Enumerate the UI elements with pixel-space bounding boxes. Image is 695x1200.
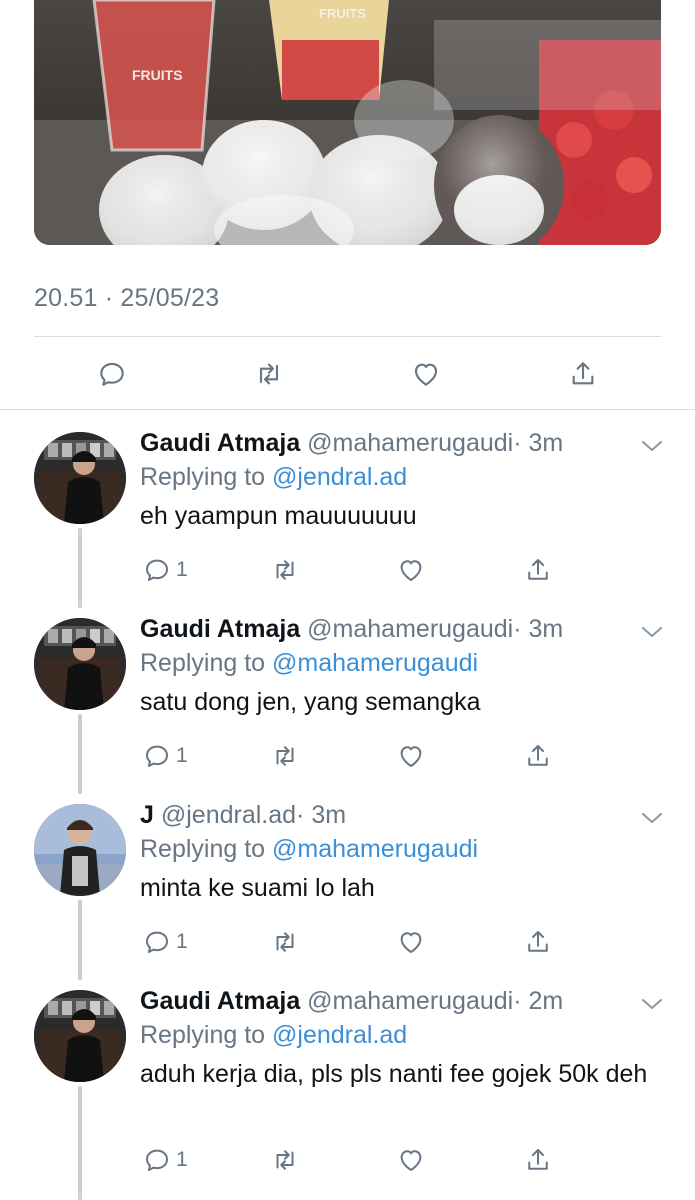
- replying-to: Replying to @jendral.ad: [140, 462, 407, 492]
- share-button[interactable]: [565, 356, 601, 392]
- mention-link[interactable]: @mahamerugaudi: [272, 649, 478, 677]
- avatar[interactable]: [34, 432, 126, 524]
- user-handle[interactable]: @jendral.ad: [161, 801, 296, 829]
- replying-to: Replying to @mahamerugaudi: [140, 648, 478, 678]
- share-button[interactable]: [523, 738, 553, 774]
- display-name[interactable]: Gaudi Atmaja: [140, 615, 300, 643]
- share-button[interactable]: [523, 924, 553, 960]
- chevron-down-icon[interactable]: [639, 994, 665, 1014]
- reply-tweet[interactable]: Gaudi Atmaja @mahamerugaudi· 3m Replying…: [0, 614, 695, 784]
- replying-to: Replying to @mahamerugaudi: [140, 834, 478, 864]
- reply-button[interactable]: [94, 356, 130, 392]
- reply-time: · 2m: [513, 987, 564, 1015]
- like-button[interactable]: [408, 356, 444, 392]
- like-button[interactable]: [396, 1142, 426, 1178]
- avatar[interactable]: [34, 618, 126, 710]
- heart-icon: [400, 746, 422, 767]
- reply-icon: [146, 559, 168, 581]
- share-icon: [528, 931, 548, 952]
- reply-tweet[interactable]: Gaudi Atmaja @mahamerugaudi· 3m Replying…: [0, 428, 695, 598]
- mention-link[interactable]: @mahamerugaudi: [272, 835, 478, 863]
- share-icon: [528, 745, 548, 766]
- replying-prefix: Replying to: [140, 1021, 273, 1049]
- replying-prefix: Replying to: [140, 649, 273, 677]
- photo-label: FRUITS: [132, 67, 183, 83]
- reply-icon: [146, 1149, 168, 1171]
- reply-time: · 3m: [513, 429, 564, 457]
- tweet-photo[interactable]: FRUITS FRUITS: [34, 0, 661, 245]
- reply-text: aduh kerja dia, pls pls nanti fee gojek …: [140, 1060, 648, 1088]
- user-handle[interactable]: @mahamerugaudi: [307, 429, 513, 457]
- retweet-button[interactable]: [270, 738, 300, 774]
- reply-tweet[interactable]: Gaudi Atmaja @mahamerugaudi· 2m Replying…: [0, 986, 695, 1200]
- share-button[interactable]: [523, 1142, 553, 1178]
- reply-icon: [146, 745, 168, 767]
- reply-button[interactable]: 1: [142, 924, 188, 960]
- tweet-action-bar: [0, 352, 695, 396]
- display-name[interactable]: Gaudi Atmaja: [140, 987, 300, 1015]
- reply-header: Gaudi Atmaja @mahamerugaudi· 3m: [140, 614, 563, 644]
- reply-time: · 3m: [296, 801, 347, 829]
- reply-text: satu dong jen, yang semangka: [140, 688, 481, 716]
- photo-label-2: FRUITS: [319, 6, 366, 21]
- like-button[interactable]: [396, 924, 426, 960]
- retweet-icon: [276, 560, 294, 580]
- replying-prefix: Replying to: [140, 835, 273, 863]
- divider: [0, 409, 695, 410]
- user-handle[interactable]: @mahamerugaudi: [307, 615, 513, 643]
- retweet-button[interactable]: [270, 1142, 300, 1178]
- mention-link[interactable]: @jendral.ad: [272, 1021, 407, 1049]
- reply-count: 1: [176, 744, 188, 767]
- reply-count: 1: [176, 558, 188, 581]
- reply-button[interactable]: 1: [142, 552, 188, 588]
- chevron-down-icon[interactable]: [639, 622, 665, 642]
- avatar[interactable]: [34, 804, 126, 896]
- heart-icon: [414, 363, 438, 386]
- share-button[interactable]: [523, 552, 553, 588]
- reply-button[interactable]: 1: [142, 738, 188, 774]
- reply-button[interactable]: 1: [142, 1142, 188, 1178]
- retweet-icon: [276, 1150, 294, 1170]
- heart-icon: [400, 932, 422, 953]
- reply-count: 1: [176, 1148, 188, 1171]
- replying-prefix: Replying to: [140, 463, 273, 491]
- reply-text: minta ke suami lo lah: [140, 874, 375, 902]
- share-icon: [572, 362, 594, 385]
- reply-count: 1: [176, 930, 188, 953]
- retweet-button[interactable]: [270, 552, 300, 588]
- mention-link[interactable]: @jendral.ad: [272, 463, 407, 491]
- heart-icon: [400, 1150, 422, 1171]
- reply-header: Gaudi Atmaja @mahamerugaudi· 3m: [140, 428, 563, 458]
- retweet-icon: [276, 932, 294, 952]
- chevron-down-icon[interactable]: [639, 808, 665, 828]
- reply-header: Gaudi Atmaja @mahamerugaudi· 2m: [140, 986, 563, 1016]
- display-name[interactable]: J: [140, 801, 154, 829]
- reply-tweet[interactable]: J @jendral.ad· 3m Replying to @mahamerug…: [0, 800, 695, 970]
- reply-icon: [146, 931, 168, 953]
- user-handle[interactable]: @mahamerugaudi: [307, 987, 513, 1015]
- reply-header: J @jendral.ad· 3m: [140, 800, 346, 830]
- retweet-button[interactable]: [251, 356, 287, 392]
- like-button[interactable]: [396, 552, 426, 588]
- avatar[interactable]: [34, 990, 126, 1082]
- chevron-down-icon[interactable]: [639, 436, 665, 456]
- retweet-button[interactable]: [270, 924, 300, 960]
- reply-action-bar: 1: [0, 1142, 695, 1178]
- retweet-icon: [259, 363, 279, 385]
- reply-icon: [100, 362, 124, 386]
- tweet-timestamp: 20.51 · 25/05/23: [34, 284, 220, 312]
- reply-time: · 3m: [513, 615, 564, 643]
- heart-icon: [400, 560, 422, 581]
- share-icon: [528, 559, 548, 580]
- replying-to: Replying to @jendral.ad: [140, 1020, 407, 1050]
- reply-text: eh yaampun mauuuuuuu: [140, 502, 417, 530]
- reply-action-bar: 1: [0, 552, 695, 588]
- divider: [34, 336, 661, 337]
- reply-action-bar: 1: [0, 738, 695, 774]
- like-button[interactable]: [396, 738, 426, 774]
- display-name[interactable]: Gaudi Atmaja: [140, 429, 300, 457]
- reply-action-bar: 1: [0, 924, 695, 960]
- retweet-icon: [276, 746, 294, 766]
- share-icon: [528, 1149, 548, 1170]
